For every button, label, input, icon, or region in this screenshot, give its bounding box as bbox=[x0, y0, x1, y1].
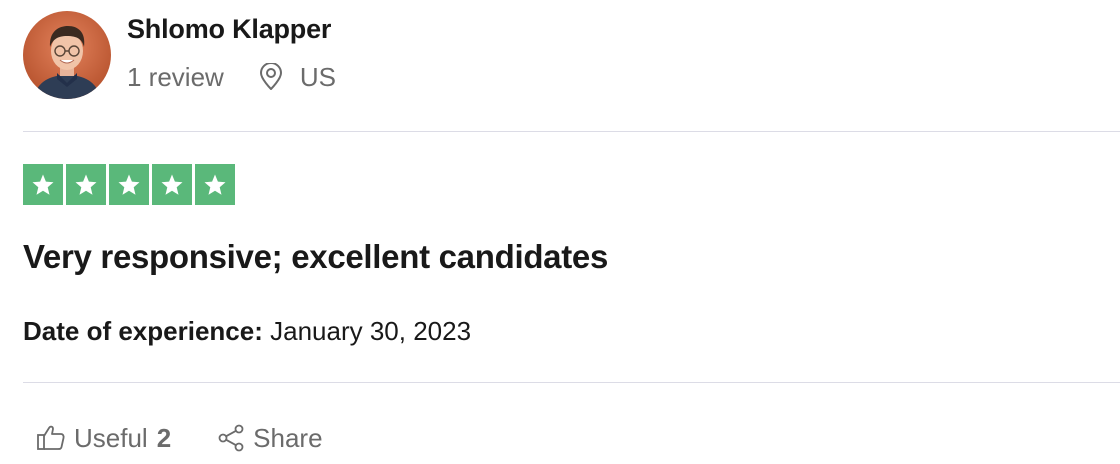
reviewer-location: US bbox=[299, 61, 336, 92]
star-icon bbox=[152, 164, 192, 205]
share-label: Share bbox=[253, 422, 323, 453]
share-button[interactable]: Share bbox=[217, 422, 323, 454]
star-icon bbox=[23, 164, 63, 205]
avatar[interactable] bbox=[23, 11, 111, 99]
date-of-experience: Date of experience: January 30, 2023 bbox=[23, 316, 471, 347]
star-rating bbox=[23, 164, 235, 205]
review-actions: Useful 2 Share bbox=[36, 420, 323, 456]
divider bbox=[23, 382, 1120, 383]
useful-count: 2 bbox=[156, 422, 172, 453]
reviewer-name[interactable]: Shlomo Klapper bbox=[127, 14, 331, 45]
location-pin-icon bbox=[258, 63, 284, 91]
review-count: 1 review bbox=[127, 61, 224, 92]
experience-date: January 30, 2023 bbox=[270, 316, 472, 346]
experience-label: Date of experience: bbox=[23, 316, 263, 346]
review-title[interactable]: Very responsive; excellent candidates bbox=[23, 238, 608, 276]
review-card: Shlomo Klapper 1 review US Very responsi… bbox=[0, 0, 1120, 464]
useful-label: Useful bbox=[74, 422, 148, 453]
useful-button[interactable]: Useful 2 bbox=[36, 423, 171, 454]
reviewer-meta: 1 review US bbox=[127, 60, 336, 94]
thumbs-up-icon bbox=[36, 424, 66, 452]
divider bbox=[23, 131, 1120, 132]
star-icon bbox=[195, 164, 235, 205]
star-icon bbox=[109, 164, 149, 205]
person-avatar-icon bbox=[23, 11, 111, 99]
star-icon bbox=[66, 164, 106, 205]
share-icon bbox=[217, 424, 245, 452]
